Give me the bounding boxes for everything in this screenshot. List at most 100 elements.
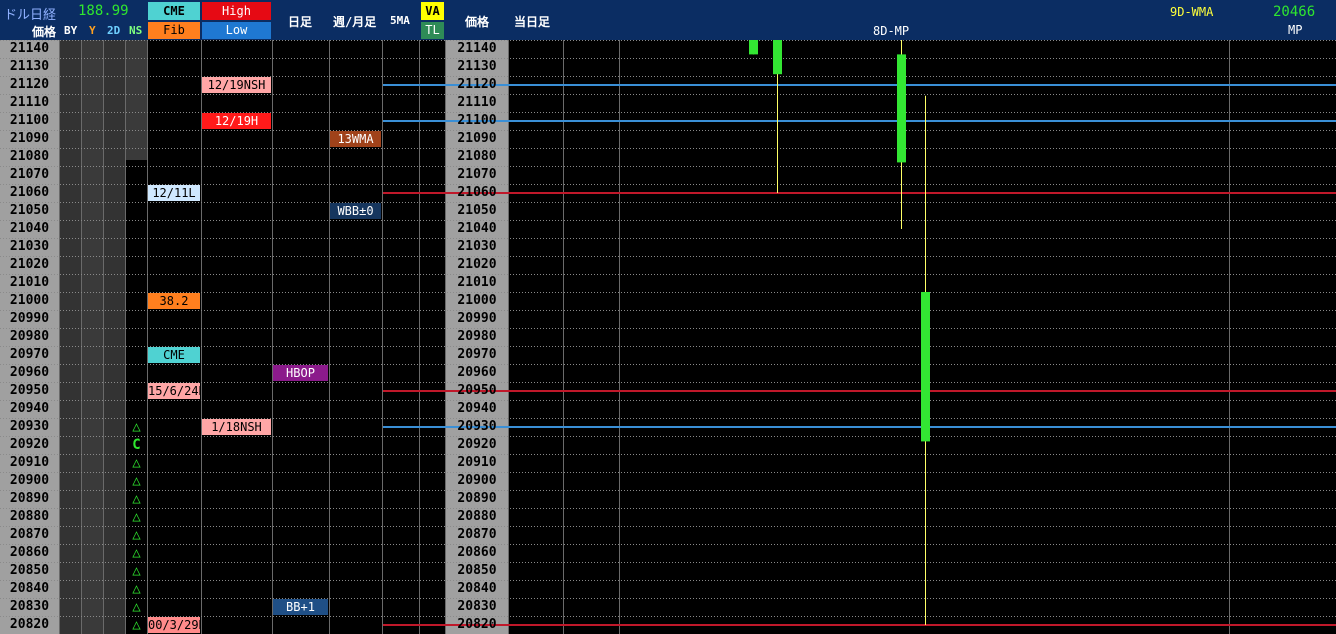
price-tick-left: 20830 <box>9 599 50 614</box>
fib-header: Fib <box>148 22 200 39</box>
level-label: WBB±0 <box>330 203 381 219</box>
price-tick-left: 21020 <box>9 257 50 272</box>
price-tick-right: 20980 <box>457 329 497 344</box>
level-label: BB+1 <box>273 599 328 615</box>
price-tick-right: 20820 <box>457 617 497 632</box>
candle-body <box>921 292 930 442</box>
ns-mark: C <box>132 437 141 453</box>
price-tick-left: 20940 <box>9 401 50 416</box>
ns-mark: △ <box>132 527 141 543</box>
9d-wma-label: 9D-WMA <box>1170 5 1214 19</box>
level-label: 13WMA <box>330 131 381 147</box>
price-tick-right: 20990 <box>457 311 497 326</box>
price-tick-left: 20860 <box>9 545 50 560</box>
price-tick-right: 21120 <box>457 77 497 92</box>
level-label: 12/11L <box>148 185 200 201</box>
price-tick-left: 20890 <box>9 491 50 506</box>
level-label: 1/18NSH <box>202 419 271 435</box>
price-tick-right: 21050 <box>457 203 497 218</box>
level-label: CME <box>148 347 200 363</box>
weekly-header: 週/月足 <box>333 15 377 29</box>
price-tick-left: 21000 <box>9 293 50 308</box>
price-tick-left: 20910 <box>9 455 50 470</box>
by-col-header: BY <box>64 24 78 37</box>
chart-svg <box>0 40 1336 634</box>
ns-mark: △ <box>132 545 141 561</box>
price-tick-left: 20820 <box>9 617 50 632</box>
wma-value: 20466 <box>1273 4 1316 20</box>
level-label: 12/19NSH <box>202 77 271 93</box>
level-label: 38.2 <box>148 293 200 309</box>
price-tick-left: 21100 <box>9 113 50 128</box>
price-tick-left: 20880 <box>9 509 50 524</box>
usdjpy-value: 188.99 <box>78 3 129 19</box>
5ma-header: 5MA <box>390 14 410 27</box>
ns-mark: △ <box>132 419 141 435</box>
price-tick-right: 20960 <box>457 365 497 380</box>
price-tick-left: 20870 <box>9 527 50 542</box>
price-tick-right: 21130 <box>457 59 497 74</box>
price-tick-left: 21070 <box>9 167 50 182</box>
ns-mark: △ <box>132 581 141 597</box>
price-tick-right: 21100 <box>457 113 497 128</box>
level-label: 12/19H <box>202 113 271 129</box>
price-tick-right: 21140 <box>457 41 497 56</box>
price-tick-left: 21140 <box>9 41 50 56</box>
today-header: 当日足 <box>514 15 551 29</box>
candle-body <box>773 40 782 75</box>
header-bar: ドル日経 188.99 価格 BY Y 2D NS CME Fib High L… <box>0 0 1336 40</box>
price-tick-left: 20960 <box>9 365 50 380</box>
price-tick-left: 21130 <box>9 59 50 74</box>
price-tick-left: 21010 <box>9 275 50 290</box>
ns-mark: △ <box>132 473 141 489</box>
price2-header: 価格 <box>465 15 490 29</box>
price-tick-left: 21110 <box>9 95 50 110</box>
daily-header: 日足 <box>288 15 313 29</box>
ns-mark: △ <box>132 491 141 507</box>
price-tick-left: 20920 <box>9 437 50 452</box>
price-tick-left: 20900 <box>9 473 50 488</box>
price-tick-right: 20940 <box>457 401 497 416</box>
2d-col-header: 2D <box>107 24 121 37</box>
price-tick-right: 20930 <box>457 419 497 434</box>
price-tick-right: 21000 <box>457 293 497 308</box>
price-tick-left: 20930 <box>9 419 50 434</box>
price-tick-right: 20860 <box>457 545 497 560</box>
price-tick-right: 20840 <box>457 581 497 596</box>
price-tick-right: 21020 <box>457 257 497 272</box>
price-tick-left: 21090 <box>9 131 50 146</box>
level-label: HBOP <box>273 365 328 381</box>
candle-body <box>897 54 906 163</box>
ns-col-header: NS <box>129 24 143 37</box>
va-header: VA <box>421 2 444 20</box>
8d-mp-label: 8D-MP <box>873 24 910 38</box>
mp-label: MP <box>1288 23 1303 37</box>
price-tick-left: 21050 <box>9 203 50 218</box>
price-tick-right: 20900 <box>457 473 497 488</box>
price-tick-right: 21040 <box>457 221 497 236</box>
price-tick-left: 20990 <box>9 311 50 326</box>
price-tick-right: 20910 <box>457 455 497 470</box>
price-tick-left: 21030 <box>9 239 50 254</box>
price-tick-left: 20950 <box>9 383 50 398</box>
price-tick-right: 20880 <box>457 509 497 524</box>
ns-mark: △ <box>132 509 141 525</box>
price-tick-right: 21030 <box>457 239 497 254</box>
candle-body <box>749 40 758 55</box>
cme-header: CME <box>148 2 200 20</box>
price-tick-left: 21060 <box>9 185 50 200</box>
price-tick-left: 20850 <box>9 563 50 578</box>
price-tick-right: 21010 <box>457 275 497 290</box>
level-label: 00/3/29H <box>148 617 200 633</box>
price-tick-right: 21060 <box>457 185 497 200</box>
price-tick-left: 21080 <box>9 149 50 164</box>
ns-mark: △ <box>132 563 141 579</box>
app-title: ドル日経 <box>4 8 57 23</box>
price-tick-right: 20870 <box>457 527 497 542</box>
y-col-header: Y <box>89 24 96 37</box>
price-tick-right: 21110 <box>457 95 497 110</box>
price-tick-left: 20840 <box>9 581 50 596</box>
price-tick-right: 21080 <box>457 149 497 164</box>
price-tick-right: 20830 <box>457 599 497 614</box>
ns-mark: △ <box>132 455 141 471</box>
